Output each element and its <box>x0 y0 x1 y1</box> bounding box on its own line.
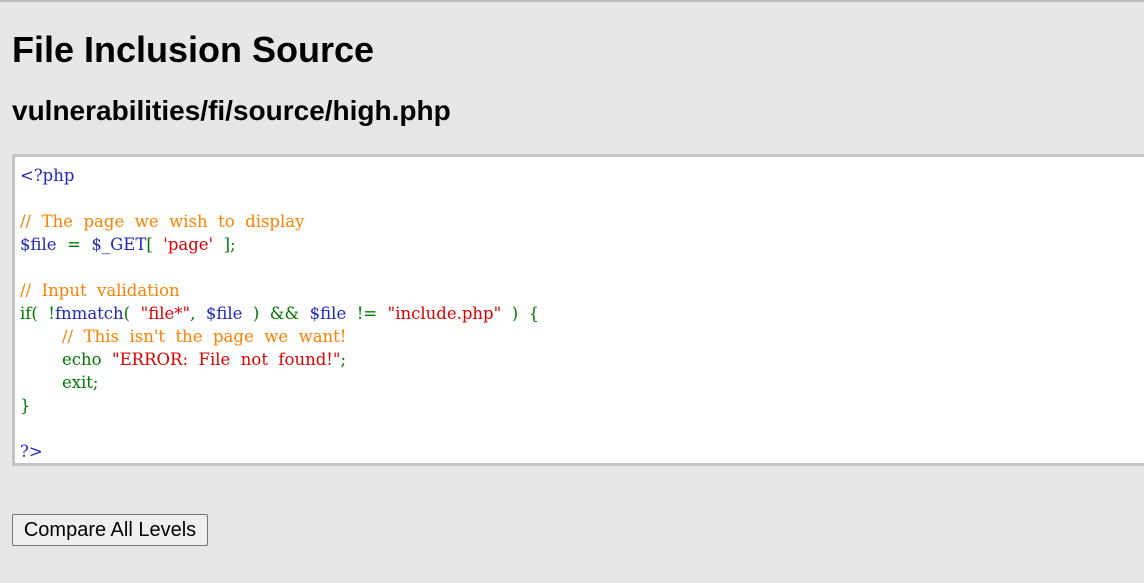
code-line: // The page we wish to display <box>20 210 1144 233</box>
code-token: "ERROR: File not found!" <box>112 350 341 369</box>
code-token: $file <box>20 235 57 254</box>
code-token: } <box>20 396 31 415</box>
code-line: // Input validation <box>20 279 1144 302</box>
code-token: exit; <box>20 373 99 392</box>
php-source-code: <?php // The page we wish to display $file… <box>15 157 1144 463</box>
code-line: <?php <box>20 164 1144 187</box>
code-token: ]; <box>213 235 236 254</box>
code-token: [ <box>146 235 164 254</box>
code-token: "include.php" <box>387 304 502 323</box>
code-token: $_GET <box>91 235 147 254</box>
code-line: exit; <box>20 371 1144 394</box>
code-token: ( <box>123 304 141 323</box>
code-token: != <box>346 304 388 323</box>
compare-all-levels-button[interactable]: Compare All Levels <box>12 514 208 546</box>
code-token: ?> <box>20 442 43 461</box>
code-token: ) { <box>501 304 540 323</box>
code-line: } <box>20 394 1144 417</box>
code-token: 'page' <box>163 235 214 254</box>
code-token: echo <box>20 350 113 369</box>
code-token: $file <box>205 304 243 323</box>
code-token: // The page we wish to display <box>20 212 305 231</box>
code-token: <?php <box>20 166 75 185</box>
source-code-panel: <?php // The page we wish to display $file… <box>12 154 1144 466</box>
code-line: // This isn't the page we want! <box>20 325 1144 348</box>
code-line: ?> <box>20 440 1144 463</box>
code-line: echo "ERROR: File not found!"; <box>20 348 1144 371</box>
code-token: $file <box>309 304 347 323</box>
code-token: if( ! <box>20 304 55 323</box>
page-title: File Inclusion Source <box>12 29 375 70</box>
code-token: // Input validation <box>20 281 180 300</box>
code-token: fnmatch <box>54 304 124 323</box>
code-token: "file*" <box>140 304 191 323</box>
top-divider <box>0 0 1144 2</box>
code-line: $file = $_GET[ 'page' ]; <box>20 233 1144 256</box>
code-token: ; <box>340 350 347 369</box>
code-token: ) && <box>242 304 310 323</box>
code-token: // This isn't the page we want! <box>61 327 347 346</box>
code-line: if( !fnmatch( "file*", $file ) && $file … <box>20 302 1144 325</box>
code-token: , <box>190 304 206 323</box>
code-token: = <box>56 235 92 254</box>
source-file-path: vulnerabilities/fi/source/high.php <box>12 95 451 126</box>
